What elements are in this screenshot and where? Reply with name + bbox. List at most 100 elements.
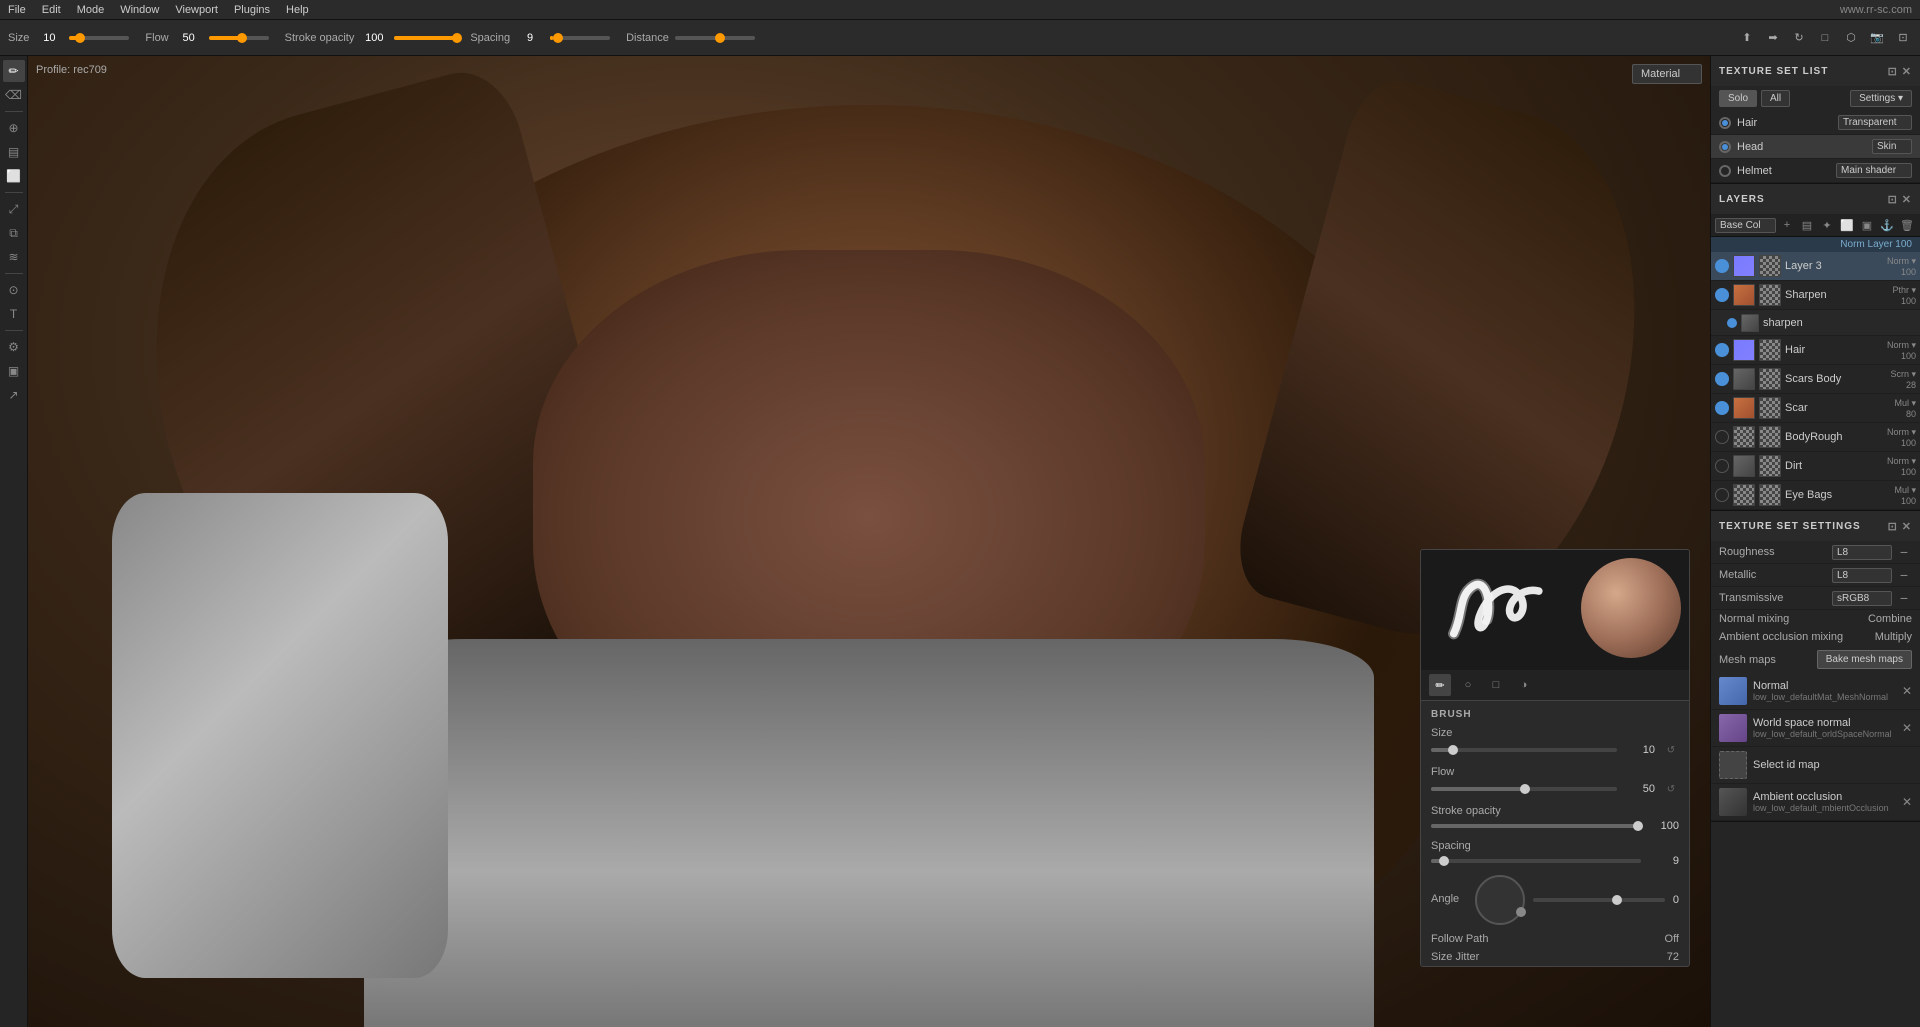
dirt-visibility[interactable] <box>1715 459 1729 473</box>
layers-close-icon[interactable]: ✕ <box>1902 193 1912 206</box>
menu-help[interactable]: Help <box>286 4 309 16</box>
tss-metallic-minus[interactable]: − <box>1896 567 1912 583</box>
brush-spacing-slider[interactable] <box>1431 859 1641 863</box>
layer-item-sharpen[interactable]: Sharpen Pthr ▾ 100 <box>1711 281 1920 310</box>
brush-tab-color[interactable]: ◑ <box>1513 674 1535 696</box>
tool-fill[interactable]: ▤ <box>3 141 25 163</box>
baked-map-normal[interactable]: Normal low_low_defaultMat_MeshNormal ✕ <box>1711 673 1920 710</box>
brush-stroke-opacity-slider[interactable] <box>1431 824 1641 828</box>
tss-roughness-minus[interactable]: − <box>1896 544 1912 560</box>
bodyrough-visibility[interactable] <box>1715 430 1729 444</box>
ts-collapse-icon[interactable]: ⊡ <box>1888 65 1898 78</box>
baked-map-normal-close[interactable]: ✕ <box>1902 684 1912 698</box>
camera-icon[interactable]: 📷 <box>1868 29 1886 47</box>
camera-2d-icon[interactable]: □ <box>1816 29 1834 47</box>
sharpen-sub-visibility[interactable] <box>1727 318 1737 328</box>
settings-button[interactable]: Settings ▾ <box>1850 90 1912 107</box>
ts-item-hair[interactable]: Hair Transparent <box>1711 111 1920 135</box>
distance-slider[interactable] <box>675 36 755 40</box>
brush-tab-alpha[interactable]: ○ <box>1457 674 1479 696</box>
tool-text[interactable]: T <box>3 303 25 325</box>
layer3-mode[interactable]: Norm ▾ <box>1887 256 1916 267</box>
tool-export[interactable]: ↗ <box>3 384 25 406</box>
tool-bake[interactable]: ▣ <box>3 360 25 382</box>
ts-radio-hair[interactable] <box>1719 117 1731 129</box>
layer-item-layer3[interactable]: Layer 3 Norm ▾ 100 <box>1711 252 1920 281</box>
blend-mode-dropdown[interactable]: Base Col <box>1715 218 1776 233</box>
tool-eraser[interactable]: ⌫ <box>3 84 25 106</box>
hair-layer-mode[interactable]: Norm ▾ <box>1887 340 1916 351</box>
ts-shader-head[interactable]: Skin <box>1872 139 1912 154</box>
menu-plugins[interactable]: Plugins <box>234 4 270 16</box>
ts-close-icon[interactable]: ✕ <box>1902 65 1912 78</box>
layer-item-scarsbody[interactable]: Scars Body Scrn ▾ 28 <box>1711 365 1920 394</box>
tool-transform[interactable]: ⤢ <box>3 198 25 220</box>
viewport[interactable]: Profile: rec709 Material ✏ ○ □ <box>28 56 1710 1027</box>
brush-flow-slider[interactable] <box>1431 787 1617 791</box>
layer-add-icon[interactable]: + <box>1778 216 1796 234</box>
brush-tab-material[interactable]: □ <box>1485 674 1507 696</box>
scarsbody-visibility[interactable] <box>1715 372 1729 386</box>
scar-visibility[interactable] <box>1715 401 1729 415</box>
tool-brush[interactable]: ✏ <box>3 60 25 82</box>
tss-roughness-format[interactable]: L8 <box>1832 545 1892 560</box>
ts-item-helmet[interactable]: Helmet Main shader <box>1711 159 1920 183</box>
tool-picker[interactable]: ⊙ <box>3 279 25 301</box>
scarsbody-mode[interactable]: Scrn ▾ <box>1890 369 1916 380</box>
flip-h-icon[interactable]: ➡ <box>1764 29 1782 47</box>
layer-delete-icon[interactable]: 🗑 <box>1898 216 1916 234</box>
scar-mode[interactable]: Mul ▾ <box>1894 398 1916 409</box>
baked-map-ao[interactable]: Ambient occlusion low_low_default_mbient… <box>1711 784 1920 821</box>
tool-settings[interactable]: ⚙ <box>3 336 25 358</box>
camera-3d-icon[interactable]: ⬡ <box>1842 29 1860 47</box>
layers-collapse-icon[interactable]: ⊡ <box>1888 193 1898 206</box>
baked-map-ao-close[interactable]: ✕ <box>1902 795 1912 809</box>
tool-clone[interactable]: ⧉ <box>3 222 25 244</box>
eyebags-mode[interactable]: Mul ▾ <box>1894 485 1916 496</box>
brush-size-slider[interactable] <box>1431 748 1617 752</box>
ts-shader-helmet[interactable]: Main shader <box>1836 163 1912 178</box>
brush-angle-slider[interactable] <box>1533 898 1665 902</box>
baked-map-wsn-close[interactable]: ✕ <box>1902 721 1912 735</box>
baked-map-wsn[interactable]: World space normal low_low_default_orldS… <box>1711 710 1920 747</box>
tss-metallic-format[interactable]: L8 <box>1832 568 1892 583</box>
tss-close-icon[interactable]: ✕ <box>1902 520 1912 533</box>
menu-mode[interactable]: Mode <box>77 4 105 16</box>
layer-mask-icon[interactable]: ⬜ <box>1838 216 1856 234</box>
all-button[interactable]: All <box>1761 90 1790 107</box>
ts-shader-hair[interactable]: Transparent <box>1838 115 1912 130</box>
menu-edit[interactable]: Edit <box>42 4 61 16</box>
eyebags-visibility[interactable] <box>1715 488 1729 502</box>
stroke-opacity-slider[interactable] <box>394 36 454 40</box>
layer-effects-icon[interactable]: ✦ <box>1818 216 1836 234</box>
size-slider[interactable] <box>69 36 129 40</box>
tool-projection[interactable]: ⊕ <box>3 117 25 139</box>
tss-transmissive-format[interactable]: sRGB8 <box>1832 591 1892 606</box>
flow-slider[interactable] <box>209 36 269 40</box>
brush-tab-stroke[interactable]: ✏ <box>1429 674 1451 696</box>
brush-angle-wheel[interactable] <box>1475 875 1525 925</box>
layer-item-hair[interactable]: Hair Norm ▾ 100 <box>1711 336 1920 365</box>
ts-item-head[interactable]: Head Skin <box>1711 135 1920 159</box>
layer-add-folder-icon[interactable]: ▤ <box>1798 216 1816 234</box>
layer-item-scar[interactable]: Scar Mul ▾ 80 <box>1711 394 1920 423</box>
layer3-visibility[interactable] <box>1715 259 1729 273</box>
layer-item-bodyrough[interactable]: BodyRough Norm ▾ 100 <box>1711 423 1920 452</box>
menu-file[interactable]: File <box>8 4 26 16</box>
flip-v-icon[interactable]: ⬆ <box>1738 29 1756 47</box>
sharpen-mode[interactable]: Pthr ▾ <box>1892 285 1916 296</box>
sharpen-visibility[interactable] <box>1715 288 1729 302</box>
tool-select[interactable]: ⬜ <box>3 165 25 187</box>
bake-mesh-maps-button[interactable]: Bake mesh maps <box>1817 650 1912 669</box>
spacing-slider[interactable] <box>550 36 610 40</box>
layer-item-eyebags[interactable]: Eye Bags Mul ▾ 100 <box>1711 481 1920 510</box>
view-mode-dropdown[interactable]: Material <box>1632 64 1702 84</box>
solo-button[interactable]: Solo <box>1719 90 1757 107</box>
layer-item-dirt[interactable]: Dirt Norm ▾ 100 <box>1711 452 1920 481</box>
baked-map-idmap[interactable]: Select id map <box>1711 747 1920 784</box>
menu-window[interactable]: Window <box>120 4 159 16</box>
brush-size-reset-icon[interactable]: ↺ <box>1663 742 1679 758</box>
tool-smudge[interactable]: ≋ <box>3 246 25 268</box>
tss-transmissive-minus[interactable]: − <box>1896 590 1912 606</box>
bodyrough-mode[interactable]: Norm ▾ <box>1887 427 1916 438</box>
